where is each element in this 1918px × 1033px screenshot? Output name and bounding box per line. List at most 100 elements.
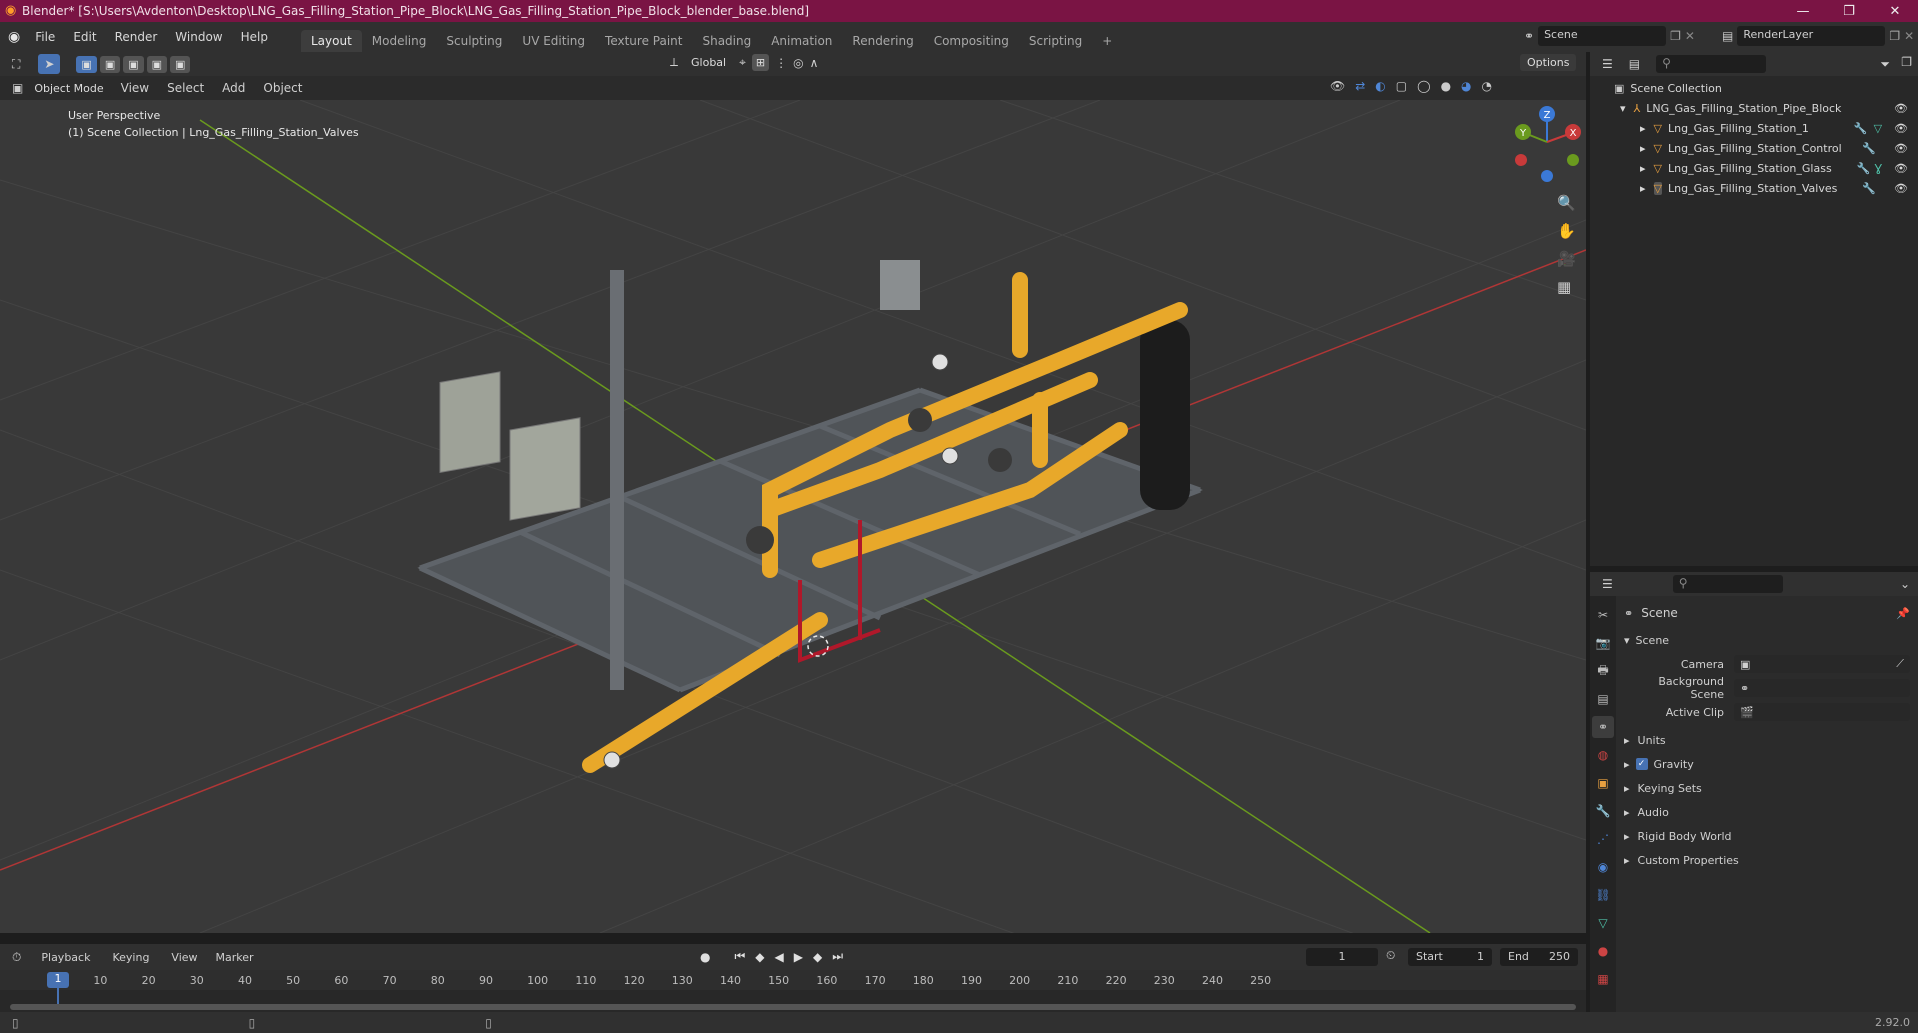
texture-tab-icon[interactable]: ▦: [1592, 968, 1614, 990]
rendered-shading-icon[interactable]: ◔: [1482, 79, 1492, 93]
tab-modeling[interactable]: Modeling: [362, 30, 437, 52]
custom-properties-panel-header[interactable]: ▸ Custom Properties: [1624, 848, 1910, 872]
tab-scripting[interactable]: Scripting: [1019, 30, 1092, 52]
snap-target-icon[interactable]: ⋮: [775, 56, 787, 70]
visibility-eye-icon[interactable]: 👁: [1894, 182, 1908, 195]
visibility-eye-icon[interactable]: 👁: [1894, 102, 1908, 115]
menu-render[interactable]: Render: [106, 30, 167, 44]
render-tab-icon[interactable]: 📷: [1592, 632, 1614, 654]
end-frame-field[interactable]: End 250: [1500, 948, 1578, 966]
expand-arrow-icon[interactable]: ▸: [1624, 830, 1630, 843]
select-invert-icon[interactable]: ▣: [146, 55, 168, 73]
tab-animation[interactable]: Animation: [761, 30, 842, 52]
mesh-data-icon[interactable]: ▽: [1874, 122, 1882, 135]
material-tab-icon[interactable]: ●: [1592, 940, 1614, 962]
viewport-menu-add[interactable]: Add: [222, 81, 245, 95]
scene-selector[interactable]: Scene: [1538, 26, 1667, 46]
properties-editor-icon[interactable]: ☰: [1602, 577, 1613, 591]
gravity-checkbox[interactable]: ✓: [1635, 758, 1648, 770]
tab-shading[interactable]: Shading: [692, 30, 761, 52]
filter-icon[interactable]: ⏷: [1880, 57, 1890, 72]
playhead-frame[interactable]: 1: [47, 972, 69, 988]
remove-renderlayer-icon[interactable]: ✕: [1904, 29, 1914, 43]
remove-scene-icon[interactable]: ✕: [1685, 29, 1695, 43]
expand-arrow-icon[interactable]: ▸: [1624, 758, 1630, 771]
tab-sculpting[interactable]: Sculpting: [436, 30, 512, 52]
viewport-menu-select[interactable]: Select: [167, 81, 204, 95]
solid-shading-icon[interactable]: ●: [1441, 79, 1451, 93]
tab-layout[interactable]: Layout: [300, 30, 362, 52]
object-tab-icon[interactable]: ▣: [1592, 772, 1614, 794]
perspective-grid-icon[interactable]: ▦: [1557, 278, 1576, 296]
collapse-arrow-icon[interactable]: ▾: [1624, 634, 1630, 647]
particles-tab-icon[interactable]: ⋰: [1592, 828, 1614, 850]
scene-tab-icon[interactable]: ⚭: [1592, 716, 1614, 738]
outliner-object-1[interactable]: ▸ ▽ Lng_Gas_Filling_Station_1 🔧 ▽ 👁: [1590, 118, 1918, 138]
active-clip-field[interactable]: 🎬: [1734, 703, 1910, 721]
timeline-menu-playback[interactable]: Playback: [41, 951, 90, 964]
tab-texture-paint[interactable]: Texture Paint: [595, 30, 692, 52]
constraints-tab-icon[interactable]: ⛓: [1592, 884, 1614, 906]
object-mode-dropdown[interactable]: Object Mode: [27, 79, 111, 97]
timeline-editor-icon[interactable]: ⏱: [12, 950, 21, 965]
snap-toggle-icon[interactable]: ⊞: [751, 54, 770, 71]
play-icon[interactable]: ▶: [794, 950, 803, 964]
blender-menu-icon[interactable]: ◉: [8, 29, 20, 45]
outliner-object-4[interactable]: ▸ ▽ Lng_Gas_Filling_Station_Valves 🔧 👁: [1590, 178, 1918, 198]
record-icon[interactable]: ●: [700, 950, 710, 964]
mesh-data-icon[interactable]: Ɣ: [1874, 162, 1882, 175]
menu-window[interactable]: Window: [166, 30, 231, 44]
timeline-menu-view[interactable]: View: [171, 951, 197, 964]
properties-search-input[interactable]: ⚲: [1672, 575, 1783, 593]
timeline-scrollbar[interactable]: [10, 1004, 1576, 1010]
pivot-point-icon[interactable]: ⌖: [739, 55, 746, 70]
xray-icon[interactable]: ▢: [1396, 79, 1407, 93]
modifier-wrench-icon[interactable]: 🔧: [1862, 182, 1876, 195]
viewport-menu-object[interactable]: Object: [263, 81, 302, 95]
preview-range-icon[interactable]: ⏲: [1386, 948, 1395, 963]
proportional-edit-icon[interactable]: ◎: [793, 56, 803, 70]
expand-arrow-icon[interactable]: ▸: [1624, 782, 1630, 795]
overlay-toggle-icon[interactable]: ◐: [1375, 79, 1385, 93]
scene-panel-header[interactable]: ▾ Scene: [1624, 628, 1910, 652]
3d-viewport[interactable]: Z X Y User Perspective (1) Scene Collect…: [0, 100, 1586, 933]
select-extend-icon[interactable]: ▣: [99, 55, 121, 73]
modifier-tab-icon[interactable]: 🔧: [1592, 800, 1614, 822]
new-collection-icon[interactable]: ❐: [1901, 55, 1912, 69]
display-mode-icon[interactable]: ▤: [1629, 57, 1640, 71]
camera-view-icon[interactable]: 🎥: [1557, 250, 1576, 268]
units-panel-header[interactable]: ▸ Units: [1624, 728, 1910, 752]
tab-compositing[interactable]: Compositing: [924, 30, 1019, 52]
expand-arrow-icon[interactable]: ▸: [1640, 142, 1646, 155]
start-frame-field[interactable]: Start 1: [1408, 948, 1492, 966]
output-tab-icon[interactable]: 🖶: [1592, 660, 1614, 682]
physics-tab-icon[interactable]: ◉: [1592, 856, 1614, 878]
falloff-icon[interactable]: ∧: [810, 56, 819, 70]
tab-rendering[interactable]: Rendering: [842, 30, 923, 52]
tool-tab-icon[interactable]: ✂: [1592, 604, 1614, 626]
zoom-icon[interactable]: 🔍: [1557, 194, 1576, 212]
add-workspace-button[interactable]: +: [1092, 30, 1122, 52]
frame-ruler[interactable]: 10 20 30 40 50 60 70 80 90 100 110 120 130 140 150 160 1…: [0, 970, 1586, 990]
expand-arrow-icon[interactable]: ▸: [1624, 806, 1630, 819]
gizmo-toggle-icon[interactable]: ⇄: [1355, 79, 1365, 93]
visibility-eye-icon[interactable]: 👁: [1894, 162, 1908, 175]
play-reverse-icon[interactable]: ◀: [775, 950, 784, 964]
wireframe-shading-icon[interactable]: ◯: [1417, 79, 1430, 93]
pan-hand-icon[interactable]: ✋: [1557, 222, 1576, 240]
menu-help[interactable]: Help: [232, 30, 277, 44]
options-dropdown[interactable]: Options: [1520, 54, 1577, 71]
properties-options-icon[interactable]: ⌄: [1900, 577, 1910, 591]
outliner-object-2[interactable]: ▸ ▽ Lng_Gas_Filling_Station_Control 🔧 👁: [1590, 138, 1918, 158]
timeline-menu-keying[interactable]: Keying: [112, 951, 149, 964]
view-layer-tab-icon[interactable]: ▤: [1592, 688, 1614, 710]
close-button[interactable]: ✕: [1872, 0, 1918, 22]
jump-end-icon[interactable]: ⏭: [832, 949, 843, 964]
keying-sets-panel-header[interactable]: ▸ Keying Sets: [1624, 776, 1910, 800]
navigation-gizmo[interactable]: Z X Y: [1515, 106, 1581, 182]
world-tab-icon[interactable]: ◍: [1592, 744, 1614, 766]
eyedropper-icon[interactable]: ⟋: [1896, 657, 1904, 671]
gravity-panel-header[interactable]: ▸ ✓ Gravity: [1624, 752, 1910, 776]
outliner-scene-collection[interactable]: ▣ Scene Collection: [1590, 78, 1918, 98]
expand-arrow-icon[interactable]: ▸: [1624, 854, 1630, 867]
